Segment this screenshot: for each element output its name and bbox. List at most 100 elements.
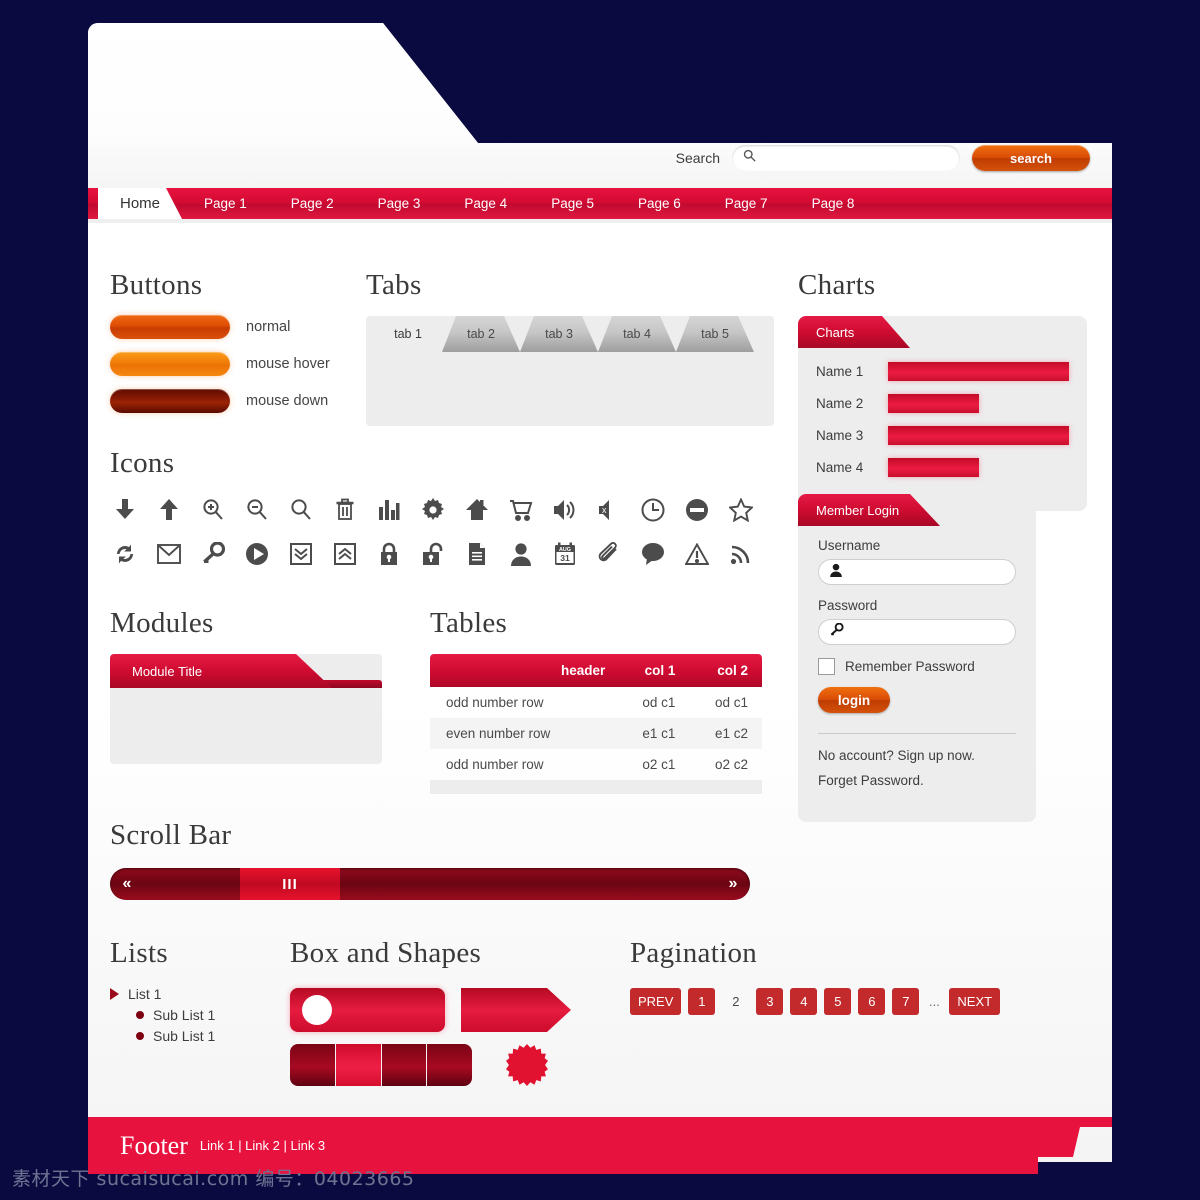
pagination-next-button[interactable]: NEXT — [949, 988, 1001, 1015]
table-cell-c1: o2 c1 — [642, 757, 676, 772]
lock-closed-icon[interactable] — [374, 538, 404, 570]
demo-button-hover[interactable] — [110, 352, 230, 376]
nav-item-page-5[interactable]: Page 5 — [529, 188, 616, 219]
calendar-icon[interactable]: AUG 31 — [550, 538, 580, 570]
segment[interactable] — [427, 1044, 472, 1086]
section-pagination: Pagination PREV 1 2 3 4 5 6 7 ... NEXT — [630, 937, 1050, 1015]
nav-item-page-7[interactable]: Page 7 — [703, 188, 790, 219]
comment-icon[interactable] — [638, 538, 668, 570]
document-icon[interactable] — [462, 538, 492, 570]
chart-panel-title: Charts — [798, 316, 910, 348]
clock-icon[interactable] — [638, 494, 668, 526]
chevron-up-box-icon[interactable] — [330, 538, 360, 570]
table-cell-c2: e1 c2 — [714, 726, 748, 741]
upload-icon[interactable] — [154, 494, 184, 526]
trash-icon[interactable] — [330, 494, 360, 526]
username-input[interactable] — [849, 564, 1005, 580]
key-icon[interactable] — [198, 538, 228, 570]
play-icon[interactable] — [242, 538, 272, 570]
password-input[interactable] — [850, 624, 1005, 640]
table-footer-strip — [430, 780, 762, 794]
pagination-page-1[interactable]: 1 — [688, 988, 716, 1015]
pagination-page-2-current[interactable]: 2 — [722, 988, 749, 1015]
chart-bar — [888, 458, 979, 477]
bar-chart-icon[interactable] — [374, 494, 404, 526]
login-button[interactable]: login — [818, 687, 890, 713]
gear-icon[interactable] — [418, 494, 448, 526]
password-field-wrapper[interactable] — [818, 619, 1016, 645]
chart-bar-track — [888, 394, 1069, 413]
nav-item-page-1[interactable]: Page 1 — [182, 188, 269, 219]
chart-bar-track — [888, 458, 1069, 477]
cart-icon[interactable] — [506, 494, 536, 526]
demo-button-normal[interactable] — [110, 315, 230, 339]
star-icon[interactable] — [726, 494, 756, 526]
remember-password-checkbox[interactable] — [818, 658, 835, 675]
list-item[interactable]: List 1 — [110, 986, 290, 1002]
volume-on-icon[interactable] — [550, 494, 580, 526]
pagination-page-4[interactable]: 4 — [790, 988, 818, 1015]
footer-title: Footer — [120, 1130, 188, 1160]
search-button[interactable]: search — [972, 145, 1090, 171]
nav-item-page-3[interactable]: Page 3 — [356, 188, 443, 219]
pagination-page-3[interactable]: 3 — [756, 988, 784, 1015]
scrollbar-track[interactable]: III — [144, 868, 716, 900]
section-tabs: Tabs tab 1 tab 2 tab 3 tab 4 tab 5 — [366, 269, 776, 426]
segment-active[interactable] — [335, 1044, 382, 1086]
signup-link[interactable]: No account? Sign up now. — [818, 748, 1016, 763]
search-input-wrapper[interactable] — [732, 145, 960, 171]
nav-item-page-4[interactable]: Page 4 — [442, 188, 529, 219]
rss-icon[interactable] — [726, 538, 756, 570]
footer-links[interactable]: Link 1 | Link 2 | Link 3 — [200, 1138, 325, 1153]
table-row: even number row e1 c1 e1 c2 — [430, 718, 762, 749]
remember-password-row[interactable]: Remember Password — [818, 658, 1016, 675]
zoom-in-icon[interactable] — [198, 494, 228, 526]
demo-button-down[interactable] — [110, 389, 230, 413]
segment[interactable] — [290, 1044, 336, 1086]
svg-text:31: 31 — [560, 553, 570, 563]
lock-open-icon[interactable] — [418, 538, 448, 570]
chevron-down-box-icon[interactable] — [286, 538, 316, 570]
pagination-page-6[interactable]: 6 — [858, 988, 886, 1015]
scroll-left-arrow-icon[interactable]: « — [110, 875, 144, 893]
list-item[interactable]: Sub List 1 — [136, 1007, 290, 1023]
demo-button-hover-label: mouse hover — [246, 356, 330, 372]
member-login-title: Member Login — [798, 494, 940, 526]
volume-mute-icon[interactable]: x — [594, 494, 624, 526]
username-field-wrapper[interactable] — [818, 559, 1016, 585]
segment[interactable] — [381, 1044, 428, 1086]
demo-button-normal-label: normal — [246, 319, 291, 335]
minus-circle-icon[interactable] — [682, 494, 712, 526]
scroll-right-arrow-icon[interactable]: » — [716, 875, 750, 893]
download-icon[interactable] — [110, 494, 140, 526]
nav-item-page-2[interactable]: Page 2 — [269, 188, 356, 219]
demo-sublist: Sub List 1 Sub List 1 — [136, 1007, 290, 1044]
refresh-icon[interactable] — [110, 538, 140, 570]
mail-icon[interactable] — [154, 538, 184, 570]
search-icon[interactable] — [286, 494, 316, 526]
nav-item-page-8[interactable]: Page 8 — [790, 188, 877, 219]
search-input[interactable] — [762, 150, 950, 166]
list-item[interactable]: Sub List 1 — [136, 1028, 290, 1044]
pagination-page-5[interactable]: 5 — [824, 988, 852, 1015]
warning-icon[interactable] — [682, 538, 712, 570]
scrollbar-thumb[interactable]: III — [240, 868, 340, 900]
scrollbar-widget[interactable]: « III » — [110, 868, 750, 900]
nav-item-home[interactable]: Home — [98, 188, 182, 219]
forgot-password-link[interactable]: Forget Password. — [818, 773, 1016, 788]
paperclip-icon[interactable] — [594, 538, 624, 570]
button-demo-normal: normal — [110, 315, 370, 339]
pagination-prev-button[interactable]: PREV — [630, 988, 682, 1015]
home-icon[interactable] — [462, 494, 492, 526]
pagination-page-7[interactable]: 7 — [892, 988, 920, 1015]
button-demo-down: mouse down — [110, 389, 370, 413]
demo-button-down-label: mouse down — [246, 393, 329, 409]
chart-category-label: Name 2 — [816, 396, 864, 411]
tab-1[interactable]: tab 1 — [374, 316, 442, 352]
zoom-out-icon[interactable] — [242, 494, 272, 526]
section-buttons: Buttons normal mouse hover mouse down — [110, 269, 370, 413]
user-icon[interactable] — [506, 538, 536, 570]
password-label: Password — [818, 598, 878, 613]
nav-item-page-6[interactable]: Page 6 — [616, 188, 703, 219]
chart-row: Name 2 — [816, 394, 1069, 413]
